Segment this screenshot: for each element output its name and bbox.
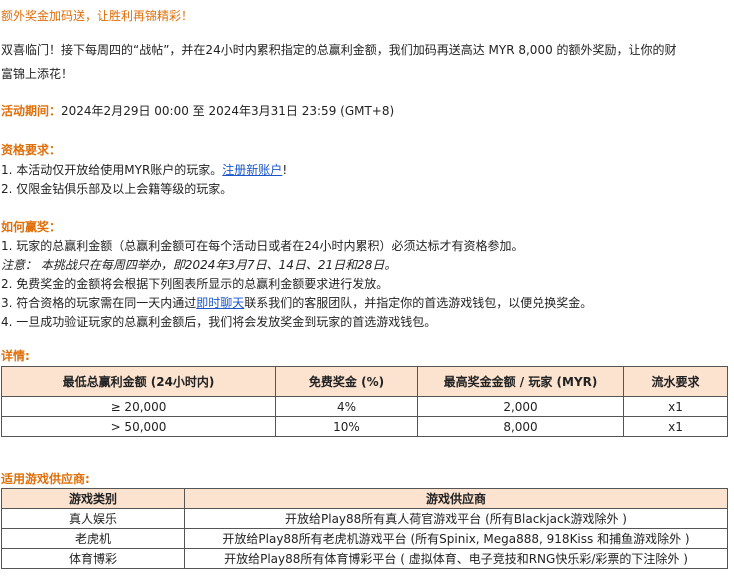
- intro-line-1: 双喜临门！接下每周四的“战帖”，并在24小时内累积指定的总赢利金额，我们加码再送…: [1, 43, 677, 57]
- providers-col-category: 游戏类别: [1, 488, 185, 509]
- providers-header-row: 游戏类别 游戏供应商: [1, 488, 728, 509]
- eligibility-item-1-text: 1. 本活动仅开放给使用MYR账户的玩家。: [1, 163, 223, 177]
- table-row: 老虎机 开放给Play88所有老虎机游戏平台 (所有Spinix, Mega88…: [1, 528, 728, 549]
- table-cell: 开放给Play88所有老虎机游戏平台 (所有Spinix, Mega888, 9…: [184, 528, 728, 549]
- period-label: 活动期间：: [1, 104, 62, 118]
- table-row: > 50,000 10% 8,000 x1: [1, 416, 728, 437]
- how-to-win-item-2: 2. 免费奖金的金额将会根据下列图表所显示的总赢利金额要求进行发放。: [1, 277, 389, 291]
- table-cell: x1: [623, 416, 728, 437]
- how-to-win-item-3-suffix: 联系我们的客服团队，并指定你的首选游戏钱包，以便兑换奖金。: [244, 296, 593, 310]
- table-cell: 体育博彩: [1, 548, 185, 569]
- details-col-rollover: 流水要求: [623, 366, 728, 397]
- register-link[interactable]: 注册新账户: [222, 163, 282, 177]
- period-row: 活动期间：2024年2月29日 00:00 至 2024年3月31日 23:59…: [1, 103, 394, 119]
- how-to-win-heading: 如何赢奖：: [1, 220, 62, 234]
- eligibility-item-2: 2. 仅限金钻俱乐部及以上会籍等级的玩家。: [1, 182, 233, 196]
- table-cell: 4%: [275, 396, 418, 417]
- how-to-win-item-4: 4. 一旦成功验证玩家的总赢利金额后，我们将会发放奖金到玩家的首选游戏钱包。: [1, 315, 437, 329]
- details-heading: 详情:: [1, 349, 30, 363]
- table-cell: ≥ 20,000: [1, 396, 276, 417]
- table-cell: 8,000: [417, 416, 624, 437]
- details-col-max-bonus: 最高奖金金额 / 玩家 (MYR): [417, 366, 624, 397]
- table-cell: 10%: [275, 416, 418, 437]
- details-header-row: 最低总赢利金额 (24小时内) 免费奖金 (%) 最高奖金金额 / 玩家 (MY…: [1, 366, 728, 397]
- providers-col-providers: 游戏供应商: [184, 488, 728, 509]
- eligibility-heading: 资格要求：: [1, 143, 62, 157]
- promo-title: 额外奖金加码送，让胜利再锦精彩！: [1, 9, 194, 23]
- table-cell: 2,000: [417, 396, 624, 417]
- table-cell: 开放给Play88所有体育博彩平台 ( 虚拟体育、电子竞技和RNG快乐彩/彩票的…: [184, 548, 728, 569]
- table-cell: 开放给Play88所有真人荷官游戏平台 (所有Blackjack游戏除外 ): [184, 508, 728, 529]
- providers-table: 游戏类别 游戏供应商 真人娱乐 开放给Play88所有真人荷官游戏平台 (所有B…: [1, 488, 728, 569]
- details-col-min-winnings: 最低总赢利金额 (24小时内): [1, 366, 276, 397]
- how-to-win-item-1: 1. 玩家的总赢利金额（总赢利金额可在每个活动日或者在24小时内累积）必须达标才…: [1, 239, 524, 253]
- details-col-bonus-percent: 免费奖金 (%): [275, 366, 418, 397]
- table-cell: > 50,000: [1, 416, 276, 437]
- eligibility-item-1: 1. 本活动仅开放给使用MYR账户的玩家。注册新账户!: [1, 162, 287, 178]
- intro-line-2: 富锦上添花！: [1, 67, 74, 81]
- table-row: 体育博彩 开放给Play88所有体育博彩平台 ( 虚拟体育、电子竞技和RNG快乐…: [1, 548, 728, 569]
- table-cell: 真人娱乐: [1, 508, 185, 529]
- how-to-win-item-3-text: 3. 符合资格的玩家需在同一天内通过: [1, 296, 197, 310]
- table-cell: 老虎机: [1, 528, 185, 549]
- table-row: ≥ 20,000 4% 2,000 x1: [1, 396, 728, 417]
- live-chat-link[interactable]: 即时聊天: [196, 296, 244, 310]
- eligibility-item-1-suffix: !: [282, 163, 288, 177]
- table-row: 真人娱乐 开放给Play88所有真人荷官游戏平台 (所有Blackjack游戏除…: [1, 508, 728, 529]
- how-to-win-note: 注意： 本挑战只在每周四举办，即2024年3月7日、14日、21日和28日。: [1, 258, 397, 272]
- how-to-win-item-3: 3. 符合资格的玩家需在同一天内通过即时聊天联系我们的客服团队，并指定你的首选游…: [1, 295, 592, 311]
- providers-heading: 适用游戏供应商:: [1, 472, 90, 486]
- period-value: 2024年2月29日 00:00 至 2024年3月31日 23:59 (GMT…: [61, 104, 395, 118]
- details-table: 最低总赢利金额 (24小时内) 免费奖金 (%) 最高奖金金额 / 玩家 (MY…: [1, 366, 728, 437]
- table-cell: x1: [623, 396, 728, 417]
